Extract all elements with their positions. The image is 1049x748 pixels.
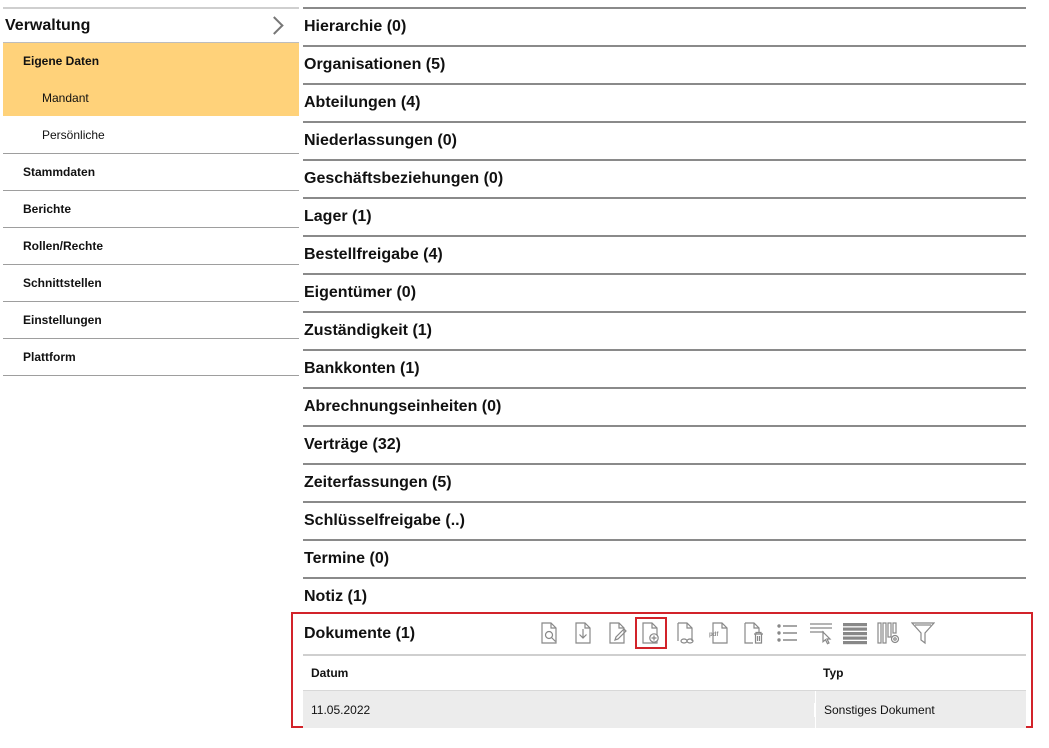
section-eigentuemer[interactable]: Eigentümer (0) xyxy=(303,273,1026,311)
section-bankkonten[interactable]: Bankkonten (1) xyxy=(303,349,1026,387)
section-bestellfreigabe[interactable]: Bestellfreigabe (4) xyxy=(303,235,1026,273)
filter-icon[interactable] xyxy=(911,621,935,645)
section-organisationen[interactable]: Organisationen (5) xyxy=(303,45,1026,83)
sidebar-item-persoenliche[interactable]: Persönliche xyxy=(3,117,299,154)
edit-document-icon[interactable] xyxy=(605,621,629,645)
section-niederlassungen[interactable]: Niederlassungen (0) xyxy=(303,121,1026,159)
sidebar-header[interactable]: Verwaltung xyxy=(3,7,299,43)
link-document-icon[interactable] xyxy=(673,621,697,645)
rows-icon[interactable] xyxy=(843,621,867,645)
documents-table: Datum Typ 11.05.2022 Sonstiges Dokument xyxy=(303,654,1026,728)
sidebar: Verwaltung Eigene Daten Mandant Persönli… xyxy=(3,7,299,376)
section-abteilungen[interactable]: Abteilungen (4) xyxy=(303,83,1026,121)
select-columns-icon[interactable] xyxy=(809,621,833,645)
column-settings-icon[interactable] xyxy=(877,621,901,645)
section-list: Hierarchie (0) Organisationen (5) Abteil… xyxy=(303,7,1026,615)
section-zeiterfassungen[interactable]: Zeiterfassungen (5) xyxy=(303,463,1026,501)
section-notiz[interactable]: Notiz (1) xyxy=(303,577,1026,615)
column-header-datum[interactable]: Datum xyxy=(303,666,815,680)
sidebar-item-einstellungen[interactable]: Einstellungen xyxy=(3,302,299,339)
table-row[interactable]: 11.05.2022 Sonstiges Dokument xyxy=(303,691,1026,728)
view-document-icon[interactable] xyxy=(537,621,561,645)
section-vertraege[interactable]: Verträge (32) xyxy=(303,425,1026,463)
svg-text:pdf: pdf xyxy=(709,632,719,638)
sidebar-item-rollen-rechte[interactable]: Rollen/Rechte xyxy=(3,228,299,265)
section-termine[interactable]: Termine (0) xyxy=(303,539,1026,577)
section-zustaendigkeit[interactable]: Zuständigkeit (1) xyxy=(303,311,1026,349)
column-header-typ[interactable]: Typ xyxy=(815,656,1026,690)
sidebar-item-plattform[interactable]: Plattform xyxy=(3,339,299,376)
section-lager[interactable]: Lager (1) xyxy=(303,197,1026,235)
delete-document-icon[interactable] xyxy=(741,621,765,645)
sidebar-item-stammdaten[interactable]: Stammdaten xyxy=(3,154,299,191)
sidebar-item-berichte[interactable]: Berichte xyxy=(3,191,299,228)
list-icon[interactable] xyxy=(775,621,799,645)
section-geschaeftsbeziehungen[interactable]: Geschäftsbeziehungen (0) xyxy=(303,159,1026,197)
chevron-right-icon[interactable] xyxy=(265,16,284,35)
documents-header[interactable]: Dokumente (1) pdf xyxy=(303,614,1026,654)
section-hierarchie[interactable]: Hierarchie (0) xyxy=(303,7,1026,45)
sidebar-item-schnittstellen[interactable]: Schnittstellen xyxy=(3,265,299,302)
section-abrechnungseinheiten[interactable]: Abrechnungseinheiten (0) xyxy=(303,387,1026,425)
row-date: 11.05.2022 xyxy=(303,702,815,717)
section-schluesselfreigabe[interactable]: Schlüsselfreigabe (..) xyxy=(303,501,1026,539)
add-document-icon[interactable] xyxy=(635,617,667,649)
download-document-icon[interactable] xyxy=(571,621,595,645)
table-header: Datum Typ xyxy=(303,654,1026,691)
row-type: Sonstiges Dokument xyxy=(815,691,1026,728)
pdf-document-icon[interactable]: pdf xyxy=(707,621,731,645)
documents-panel: Dokumente (1) pdf Datum Typ 11.05.2022 S… xyxy=(291,612,1033,728)
sidebar-item-mandant[interactable]: Mandant xyxy=(3,80,299,117)
sidebar-title: Verwaltung xyxy=(5,16,91,34)
documents-toolbar: pdf xyxy=(537,617,945,649)
documents-title: Dokumente (1) xyxy=(304,625,416,642)
sidebar-item-eigene-daten[interactable]: Eigene Daten xyxy=(3,43,299,80)
